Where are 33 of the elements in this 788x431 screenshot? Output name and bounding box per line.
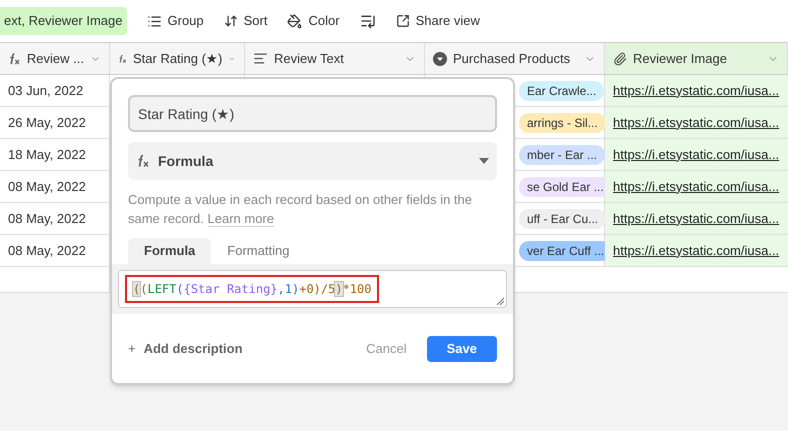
column-header[interactable]: Reviewer Image bbox=[605, 43, 788, 74]
paint-bucket-icon bbox=[287, 14, 302, 28]
sort-button[interactable]: Sort bbox=[224, 11, 268, 31]
dropdown-circle-icon bbox=[433, 52, 447, 66]
editor-tab[interactable]: Formatting bbox=[211, 238, 306, 264]
field-name-input[interactable]: Star Rating (★) bbox=[128, 95, 497, 132]
caret-icon bbox=[479, 158, 489, 164]
filter-chip[interactable]: ext, Reviewer Image bbox=[0, 7, 126, 35]
attachment-icon bbox=[613, 52, 627, 66]
share-icon bbox=[396, 14, 410, 28]
product-tag: Ear Crawle... bbox=[519, 80, 604, 100]
editor-tab[interactable]: Formula bbox=[128, 238, 212, 264]
product-tag: arrings - Sil... bbox=[519, 112, 606, 132]
add-description-button[interactable]: + Add description bbox=[128, 338, 346, 358]
field-type-select[interactable]: Formula bbox=[128, 142, 497, 180]
sort-icon bbox=[224, 14, 238, 28]
save-button[interactable]: Save bbox=[426, 336, 497, 362]
color-button[interactable]: Color bbox=[287, 11, 340, 31]
resize-handle-icon bbox=[496, 297, 504, 305]
row-height-button[interactable] bbox=[360, 13, 376, 29]
learn-more-link[interactable]: Learn more bbox=[208, 211, 274, 227]
formula-highlight-frame: ((LEFT({Star Rating},1)+0)/5)*100 bbox=[125, 275, 380, 303]
group-button[interactable]: Group bbox=[146, 11, 204, 31]
row-height-icon bbox=[360, 13, 376, 29]
share-button[interactable]: Share view bbox=[396, 11, 480, 31]
product-tag: uff - Ear Cu... bbox=[519, 208, 606, 228]
product-tag: mber - Ear ... bbox=[519, 144, 606, 164]
formula-icon bbox=[136, 154, 150, 168]
list-icon bbox=[146, 14, 162, 28]
long-text-icon bbox=[253, 51, 268, 66]
field-description: Compute a value in each record based on other fields in the same record. Learn more bbox=[128, 191, 473, 228]
formula-input[interactable]: ((LEFT({Star Rating},1)+0)/5)*100 bbox=[118, 270, 507, 308]
formula-icon bbox=[8, 52, 21, 66]
